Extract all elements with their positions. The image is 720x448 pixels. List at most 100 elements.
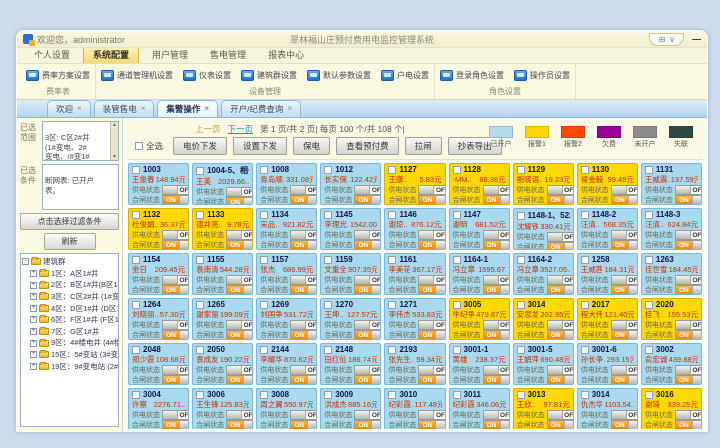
meter-checkbox[interactable] bbox=[645, 256, 653, 264]
meter-checkbox[interactable] bbox=[581, 211, 589, 219]
supply-toggle[interactable]: OFF bbox=[226, 320, 253, 330]
tab-close-icon[interactable]: × bbox=[77, 105, 82, 113]
tab-close-icon[interactable]: × bbox=[204, 105, 209, 113]
breaker-toggle[interactable]: ON bbox=[354, 285, 381, 295]
breaker-toggle[interactable]: ON bbox=[162, 420, 189, 429]
breaker-toggle[interactable]: ON bbox=[675, 330, 702, 340]
supply-toggle[interactable]: OFF bbox=[675, 275, 702, 285]
scroll-up-icon[interactable]: ▲ bbox=[112, 122, 117, 129]
supply-toggle[interactable]: OFF bbox=[547, 320, 574, 330]
meter-checkbox[interactable] bbox=[260, 166, 268, 174]
breaker-toggle[interactable]: ON bbox=[547, 285, 574, 295]
meter-checkbox[interactable] bbox=[645, 301, 653, 309]
supply-toggle[interactable]: OFF bbox=[547, 275, 574, 285]
tree-item[interactable]: + 9区：4#楼电井 (4#楼... bbox=[22, 337, 117, 349]
meter-checkbox[interactable] bbox=[517, 212, 525, 220]
breaker-toggle[interactable]: ON bbox=[547, 420, 574, 429]
meter-checkbox[interactable] bbox=[581, 166, 589, 174]
meter-checkbox[interactable] bbox=[517, 391, 525, 399]
menu-item[interactable]: 报表中心 bbox=[259, 47, 313, 63]
breaker-toggle[interactable]: ON bbox=[675, 285, 702, 295]
breaker-toggle[interactable]: ON bbox=[418, 420, 445, 429]
supply-toggle[interactable]: OFF bbox=[547, 232, 574, 242]
supply-toggle[interactable]: OFF bbox=[354, 185, 381, 195]
expand-icon[interactable]: + bbox=[30, 270, 37, 277]
breaker-toggle[interactable]: ON bbox=[611, 240, 638, 250]
supply-toggle[interactable]: OFF bbox=[611, 365, 638, 375]
supply-toggle[interactable]: OFF bbox=[162, 320, 189, 330]
meter-checkbox[interactable] bbox=[517, 256, 525, 264]
meter-checkbox[interactable] bbox=[517, 346, 525, 354]
supply-toggle[interactable]: OFF bbox=[675, 320, 702, 330]
meter-checkbox[interactable] bbox=[196, 256, 204, 264]
tree-item[interactable]: + 3区：C区2#井 (1#变... bbox=[22, 291, 117, 303]
action-button[interactable]: 保电 bbox=[293, 137, 330, 155]
supply-toggle[interactable]: OFF bbox=[483, 185, 510, 195]
meter-checkbox[interactable] bbox=[453, 346, 461, 354]
supply-toggle[interactable]: OFF bbox=[418, 410, 445, 420]
breaker-toggle[interactable]: ON bbox=[226, 375, 253, 385]
window-style-control[interactable]: ⊞ ∨ bbox=[649, 33, 684, 46]
meter-checkbox[interactable] bbox=[260, 346, 268, 354]
supply-toggle[interactable]: OFF bbox=[611, 410, 638, 420]
meter-checkbox[interactable] bbox=[196, 211, 204, 219]
selected-condition-listbox[interactable]: 断网表: 已开户 表。 bbox=[42, 164, 119, 210]
meter-checkbox[interactable] bbox=[260, 301, 268, 309]
meter-checkbox[interactable] bbox=[196, 391, 204, 399]
select-all-checkbox[interactable] bbox=[135, 142, 143, 150]
supply-toggle[interactable]: OFF bbox=[547, 365, 574, 375]
ribbon-item[interactable]: 户电设置 bbox=[381, 70, 429, 81]
breaker-toggle[interactable]: ON bbox=[226, 197, 253, 205]
breaker-toggle[interactable]: ON bbox=[162, 330, 189, 340]
meter-checkbox[interactable] bbox=[645, 391, 653, 399]
supply-toggle[interactable]: OFF bbox=[611, 320, 638, 330]
breaker-toggle[interactable]: ON bbox=[418, 285, 445, 295]
supply-toggle[interactable]: OFF bbox=[226, 365, 253, 375]
layout-icon[interactable]: ⊞ bbox=[658, 35, 665, 44]
meter-checkbox[interactable] bbox=[581, 391, 589, 399]
expand-icon[interactable]: + bbox=[30, 340, 37, 347]
collapse-icon[interactable]: - bbox=[22, 258, 29, 265]
meter-checkbox[interactable] bbox=[260, 256, 268, 264]
supply-toggle[interactable]: OFF bbox=[290, 365, 317, 375]
breaker-toggle[interactable]: ON bbox=[290, 240, 317, 250]
meter-checkbox[interactable] bbox=[581, 256, 589, 264]
choose-filter-button[interactable]: 点击选择过滤条件 bbox=[20, 213, 119, 230]
breaker-toggle[interactable]: ON bbox=[675, 375, 702, 385]
breaker-toggle[interactable]: ON bbox=[483, 285, 510, 295]
breaker-toggle[interactable]: ON bbox=[611, 285, 638, 295]
refresh-button[interactable]: 刷新 bbox=[44, 233, 96, 250]
breaker-toggle[interactable]: ON bbox=[354, 375, 381, 385]
breaker-toggle[interactable]: ON bbox=[226, 330, 253, 340]
breaker-toggle[interactable]: ON bbox=[354, 195, 381, 205]
supply-toggle[interactable]: OFF bbox=[611, 230, 638, 240]
supply-toggle[interactable]: OFF bbox=[675, 365, 702, 375]
ribbon-item[interactable]: 登录角色设置 bbox=[440, 70, 504, 81]
expand-icon[interactable]: + bbox=[30, 351, 37, 358]
supply-toggle[interactable]: OFF bbox=[547, 410, 574, 420]
supply-toggle[interactable]: OFF bbox=[547, 185, 574, 195]
menu-item[interactable]: 个人设置 bbox=[25, 47, 79, 63]
meter-checkbox[interactable] bbox=[645, 346, 653, 354]
supply-toggle[interactable]: OFF bbox=[354, 320, 381, 330]
meter-checkbox[interactable] bbox=[581, 301, 589, 309]
supply-toggle[interactable]: OFF bbox=[611, 185, 638, 195]
supply-toggle[interactable]: OFF bbox=[162, 410, 189, 420]
meter-checkbox[interactable] bbox=[388, 301, 396, 309]
expand-icon[interactable]: + bbox=[30, 328, 37, 335]
supply-toggle[interactable]: OFF bbox=[162, 275, 189, 285]
meter-checkbox[interactable] bbox=[260, 211, 268, 219]
ribbon-item[interactable]: 仪表设置 bbox=[183, 70, 231, 81]
meter-checkbox[interactable] bbox=[388, 346, 396, 354]
meter-checkbox[interactable] bbox=[132, 166, 140, 174]
document-tab[interactable]: 欢迎 × bbox=[47, 100, 91, 117]
document-tab[interactable]: 开户/纪费查询 × bbox=[221, 100, 301, 117]
expand-icon[interactable]: + bbox=[30, 282, 37, 289]
supply-toggle[interactable]: OFF bbox=[354, 230, 381, 240]
supply-toggle[interactable]: OFF bbox=[418, 275, 445, 285]
breaker-toggle[interactable]: ON bbox=[290, 330, 317, 340]
breaker-toggle[interactable]: ON bbox=[162, 285, 189, 295]
supply-toggle[interactable]: OFF bbox=[354, 275, 381, 285]
minimize-button[interactable]: — bbox=[692, 34, 701, 44]
select-all[interactable]: 全选 bbox=[135, 140, 163, 152]
